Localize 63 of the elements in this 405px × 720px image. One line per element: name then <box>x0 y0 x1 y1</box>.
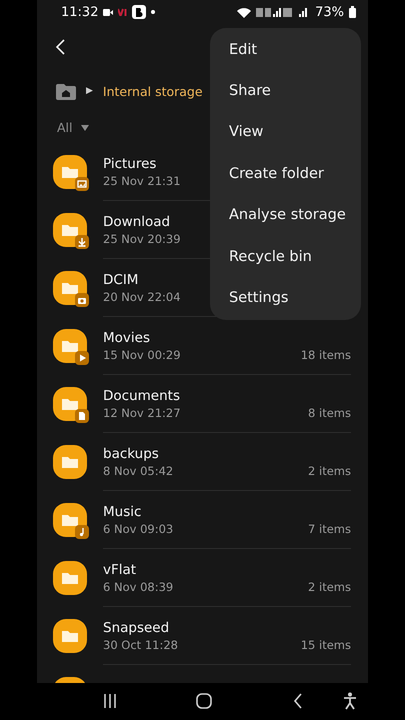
document-badge-icon <box>75 409 89 423</box>
folder-row[interactable]: Snapseed 30 Oct 11:28 15 items <box>37 607 368 665</box>
item-count: 15 items <box>300 638 351 652</box>
modified-date: 15 Nov 00:29 <box>103 348 181 362</box>
modified-date: 25 Nov 21:31 <box>103 174 181 188</box>
modified-date: 12 Nov 21:27 <box>103 406 181 420</box>
folder-name: DCIM <box>103 272 138 288</box>
item-count: 2 items <box>308 580 351 594</box>
folder-row[interactable]: backups 8 Nov 05:42 2 items <box>37 433 368 491</box>
carrier-icon <box>118 8 128 16</box>
folder-name: vFlat <box>103 562 136 578</box>
modified-date: 6 Nov 08:39 <box>103 580 174 594</box>
clock: 11:32 <box>61 4 98 20</box>
app-badge-icon <box>132 5 146 19</box>
home-icon[interactable] <box>196 693 212 709</box>
folder-icon <box>53 445 87 479</box>
mobile-signal-icon <box>256 6 294 18</box>
folder-name: Pictures <box>103 156 156 172</box>
breadcrumb-arrow: ▶ <box>86 86 93 96</box>
recent-apps-icon[interactable] <box>103 693 117 709</box>
menu-item[interactable]: Edit <box>210 29 361 70</box>
modified-date: 25 Nov 20:39 <box>103 232 181 246</box>
accessibility-icon[interactable] <box>343 692 357 710</box>
folder-name: backups <box>103 446 159 462</box>
folder-name: Snapseed <box>103 620 170 636</box>
item-count: 18 items <box>300 348 351 362</box>
folder-name: Music <box>103 504 142 520</box>
item-count: 8 items <box>308 406 351 420</box>
camera-badge-icon <box>75 293 89 307</box>
modified-date: 8 Nov 05:42 <box>103 464 174 478</box>
folder-name: Download <box>103 214 170 230</box>
home-folder-icon[interactable] <box>56 82 76 100</box>
download-badge-icon <box>75 235 89 249</box>
folder-row[interactable]: Documents 12 Nov 21:27 8 items <box>37 375 368 433</box>
back-icon[interactable] <box>293 693 303 709</box>
battery-icon <box>349 6 356 18</box>
menu-item[interactable]: Share <box>210 70 361 112</box>
battery-percent: 73% <box>315 4 344 20</box>
menu-item[interactable]: View <box>210 112 361 154</box>
menu-item[interactable]: Settings <box>210 277 361 319</box>
video-icon <box>103 8 114 16</box>
filter-label[interactable]: All <box>57 120 72 135</box>
folder-icon <box>53 561 87 595</box>
wifi-icon <box>237 6 252 18</box>
menu-item[interactable]: Recycle bin <box>210 236 361 278</box>
modified-date: 30 Oct 11:28 <box>103 638 178 652</box>
item-count: 7 items <box>308 522 351 536</box>
dot-icon <box>151 10 156 14</box>
folder-row[interactable]: vFlat 6 Nov 08:39 2 items <box>37 549 368 607</box>
folder-row[interactable]: Music 6 Nov 09:03 7 items <box>37 491 368 549</box>
dropdown-icon <box>80 124 88 130</box>
play-badge-icon <box>75 351 89 365</box>
folder-icon <box>53 619 87 653</box>
menu-item[interactable]: Create folder <box>210 153 361 195</box>
menu-item[interactable]: Analyse storage <box>210 194 361 236</box>
folder-name: Documents <box>103 388 180 404</box>
breadcrumb-item[interactable]: Internal storage <box>102 84 203 98</box>
item-count: 2 items <box>308 464 351 478</box>
modified-date: 20 Nov 22:04 <box>103 290 181 304</box>
music-badge-icon <box>75 525 89 539</box>
folder-name: Movies <box>103 330 150 346</box>
modified-date: 6 Nov 09:03 <box>103 522 174 536</box>
image-badge-icon <box>75 177 89 191</box>
